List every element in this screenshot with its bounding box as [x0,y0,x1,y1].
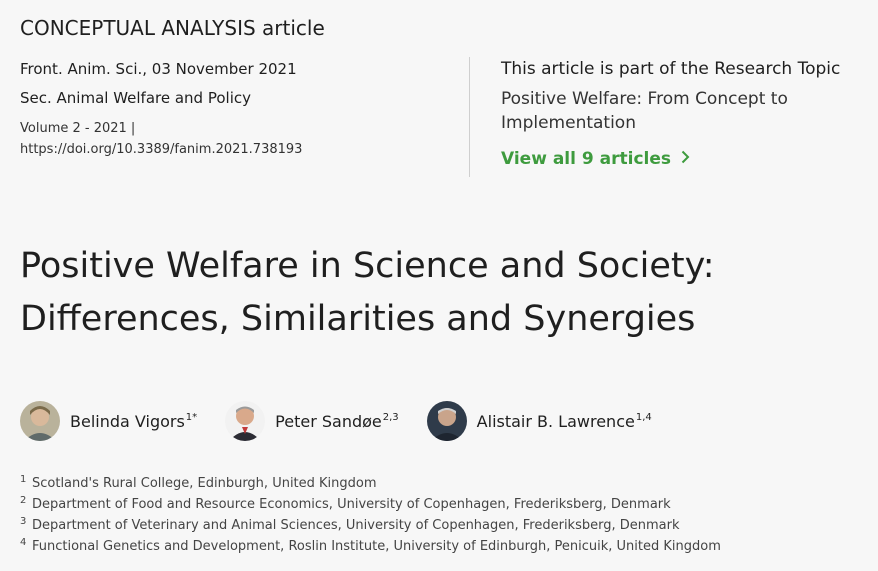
article-meta: Front. Anim. Sci., 03 November 2021 Sec.… [20,60,460,160]
article-title: Positive Welfare in Science and Society:… [20,246,715,339]
research-topic-heading: This article is part of the Research Top… [501,59,841,79]
affiliation-text: Department of Food and Resource Economic… [32,497,671,512]
research-topic-box: This article is part of the Research Top… [501,59,871,169]
avatar [225,401,266,441]
article-type-label: CONCEPTUAL ANALYSIS article [20,16,325,40]
view-all-articles-link[interactable]: View all 9 articles [501,149,690,169]
research-topic-link[interactable]: Positive Welfare: From Concept to Implem… [501,87,871,135]
affiliation-number: 4 [20,537,27,548]
view-all-label: View all 9 articles [501,149,671,169]
affiliation-item: 4 Functional Genetics and Development, R… [20,537,721,560]
avatar [20,401,60,441]
author-belinda-vigors[interactable]: Belinda Vigors1* [20,401,197,441]
author-peter-sandoe[interactable]: Peter Sandøe2,3 [225,401,399,441]
affiliations-list: 1 Scotland's Rural College, Edinburgh, U… [20,474,721,560]
affiliation-item: 2 Department of Food and Resource Econom… [20,495,721,518]
affiliation-text: Department of Veterinary and Animal Scie… [32,518,680,533]
volume-info: Volume 2 - 2021 | [20,121,136,136]
affiliation-number: 2 [20,495,27,506]
affiliation-number: 3 [20,516,27,527]
affiliation-item: 3 Department of Veterinary and Animal Sc… [20,516,721,539]
author-name: Peter Sandøe2,3 [275,411,399,431]
affiliation-text: Functional Genetics and Development, Ros… [32,539,721,554]
author-list: Belinda Vigors1* Peter Sandøe2,3 Alistai… [20,401,680,441]
affiliation-item: 1 Scotland's Rural College, Edinburgh, U… [20,474,721,497]
author-name: Belinda Vigors1* [70,411,198,431]
affiliation-number: 1 [20,474,27,485]
author-name: Alistair B. Lawrence1,4 [476,411,652,431]
author-alistair-lawrence[interactable]: Alistair B. Lawrence1,4 [426,401,652,441]
journal-section[interactable]: Sec. Animal Welfare and Policy [20,89,460,107]
journal-date: Front. Anim. Sci., 03 November 2021 [20,60,297,78]
meta-divider [469,57,470,177]
affiliation-text: Scotland's Rural College, Edinburgh, Uni… [32,476,377,491]
avatar [426,401,467,441]
chevron-right-icon [681,149,690,169]
doi-link[interactable]: https://doi.org/10.3389/fanim.2021.73819… [20,139,460,160]
